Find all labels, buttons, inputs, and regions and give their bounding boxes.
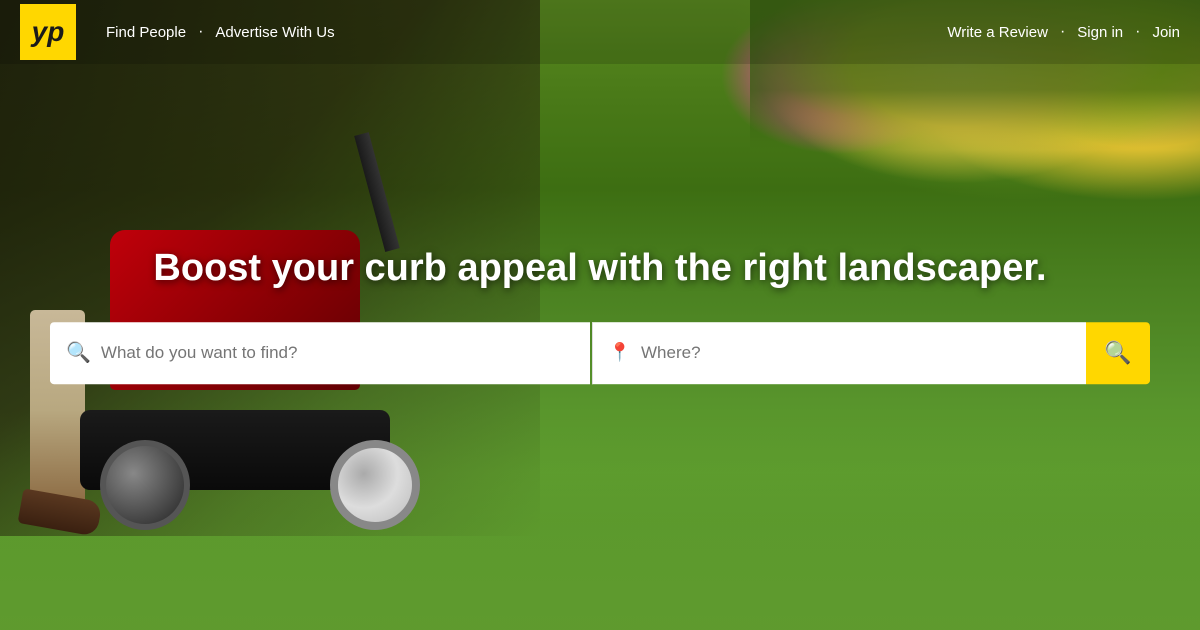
search-bar: 🔍 📍 🔍 [50,322,1150,384]
nav-sign-in[interactable]: Sign in [1077,24,1123,41]
mower-wheel-right [330,440,420,530]
nav-find-people[interactable]: Find People [106,24,186,41]
mower-wheel-left [100,440,190,530]
search-what-container: 🔍 [50,322,590,384]
search-button-icon: 🔍 [1104,340,1131,366]
location-icon: 📍 [609,342,631,363]
nav-right: Write a Review · Sign in · Join [947,23,1180,41]
hero-content: Boost your curb appeal with the right la… [0,246,1200,384]
search-icon: 🔍 [66,340,91,365]
navbar: yp Find People · Advertise With Us Write… [0,0,1200,64]
nav-dot-3: · [1135,23,1140,41]
nav-advertise[interactable]: Advertise With Us [215,24,334,41]
search-button[interactable]: 🔍 [1086,322,1150,384]
logo[interactable]: yp [20,4,76,60]
hero-title: Boost your curb appeal with the right la… [20,246,1180,292]
search-where-container: 📍 [592,322,1086,384]
nav-join[interactable]: Join [1152,24,1180,41]
search-where-input[interactable] [641,343,1070,363]
logo-text: yp [32,18,65,46]
nav-dot-2: · [1060,23,1065,41]
nav-write-review[interactable]: Write a Review [947,24,1048,41]
nav-links: Find People · Advertise With Us [106,23,947,41]
nav-dot-1: · [198,23,203,41]
search-what-input[interactable] [101,343,574,363]
